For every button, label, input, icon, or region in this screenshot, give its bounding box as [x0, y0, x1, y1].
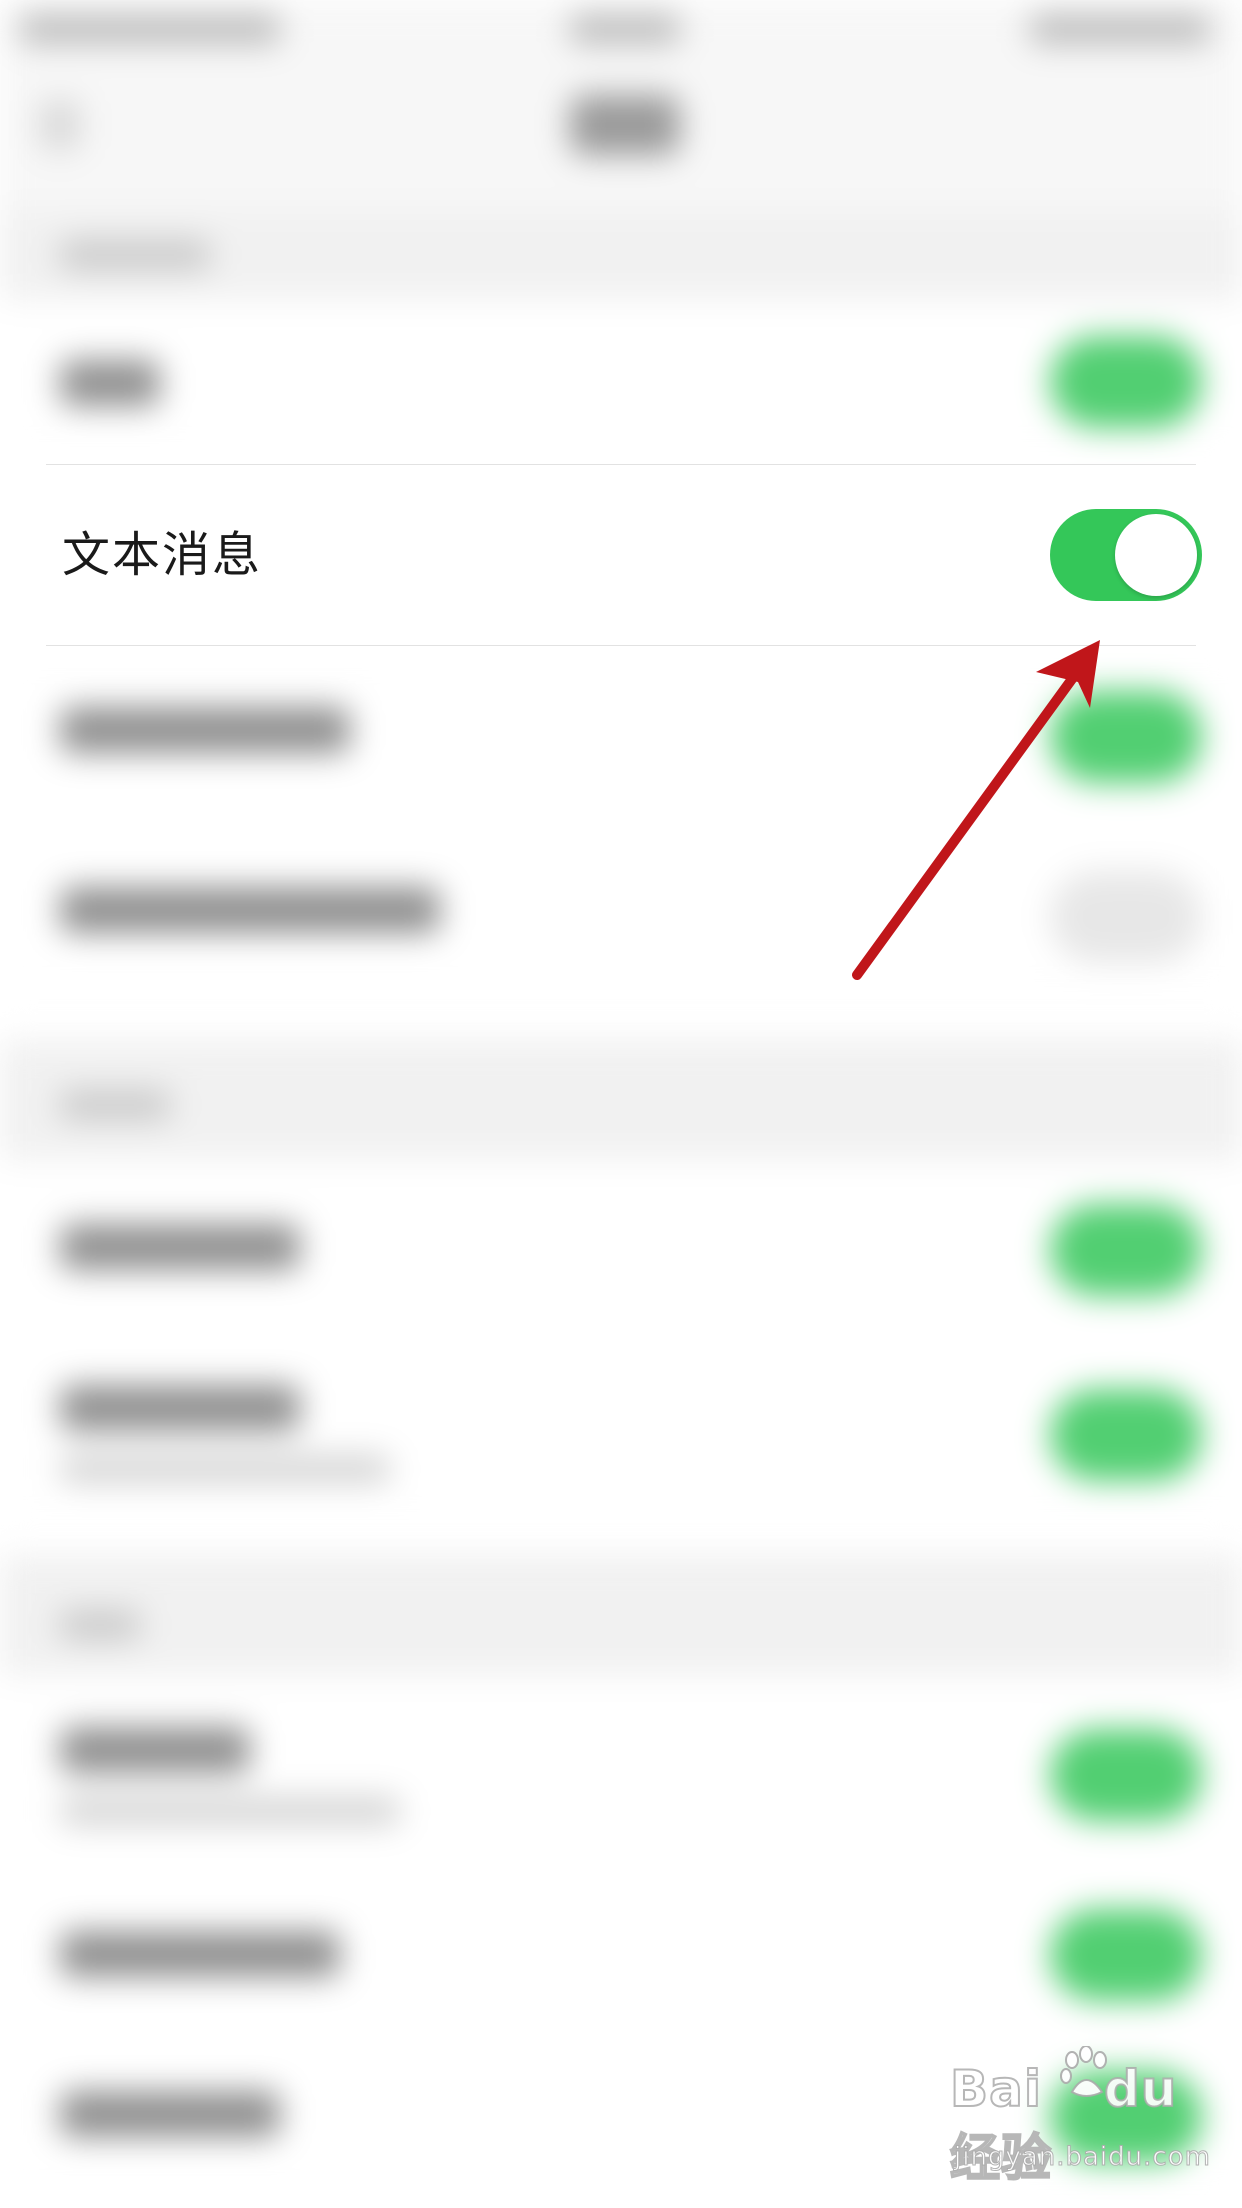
- settings-row-3[interactable]: [0, 645, 1242, 825]
- section-header-3: [0, 1555, 1242, 1675]
- watermark-url: jingyan.baidu.com: [954, 2142, 1211, 2173]
- text-message-toggle[interactable]: [1050, 509, 1202, 601]
- settings-row-8[interactable]: [0, 1875, 1242, 2035]
- toggle-switch[interactable]: [1050, 871, 1202, 963]
- settings-row-5[interactable]: [0, 1160, 1242, 1335]
- text-message-setting-row[interactable]: 文本消息: [0, 465, 1242, 645]
- toggle-switch[interactable]: [1050, 336, 1202, 428]
- status-bar-time: [570, 14, 680, 44]
- section-header-1: [0, 210, 1242, 300]
- toggle-switch[interactable]: [1050, 1389, 1202, 1481]
- toggle-switch[interactable]: [1050, 1204, 1202, 1296]
- section-header-2: [0, 1040, 1242, 1160]
- status-bar: [0, 0, 1242, 60]
- page-title: [570, 95, 680, 155]
- toggle-switch[interactable]: [1050, 691, 1202, 783]
- settings-row-1[interactable]: [0, 300, 1242, 465]
- row-divider: [46, 645, 1196, 646]
- toggle-switch[interactable]: [1050, 1729, 1202, 1821]
- status-bar-right: [1030, 14, 1210, 44]
- toggle-knob: [1115, 514, 1197, 596]
- settings-screen: 文本消息 Bai du经验 jingyan.baidu.com: [0, 0, 1242, 2208]
- status-bar-left: [20, 14, 280, 44]
- blurred-background: [0, 0, 1242, 2208]
- paw-icon: [1060, 2046, 1107, 2097]
- text-message-label: 文本消息: [62, 527, 263, 583]
- baidu-jingyan-watermark: Bai du经验 jingyan.baidu.com: [949, 2046, 1210, 2190]
- back-arrow-icon[interactable]: [40, 100, 80, 150]
- navigation-bar: [0, 60, 1242, 210]
- settings-row-4[interactable]: [0, 825, 1242, 1005]
- settings-row-6[interactable]: [0, 1335, 1242, 1535]
- settings-row-7[interactable]: [0, 1675, 1242, 1875]
- toggle-switch[interactable]: [1050, 1909, 1202, 2001]
